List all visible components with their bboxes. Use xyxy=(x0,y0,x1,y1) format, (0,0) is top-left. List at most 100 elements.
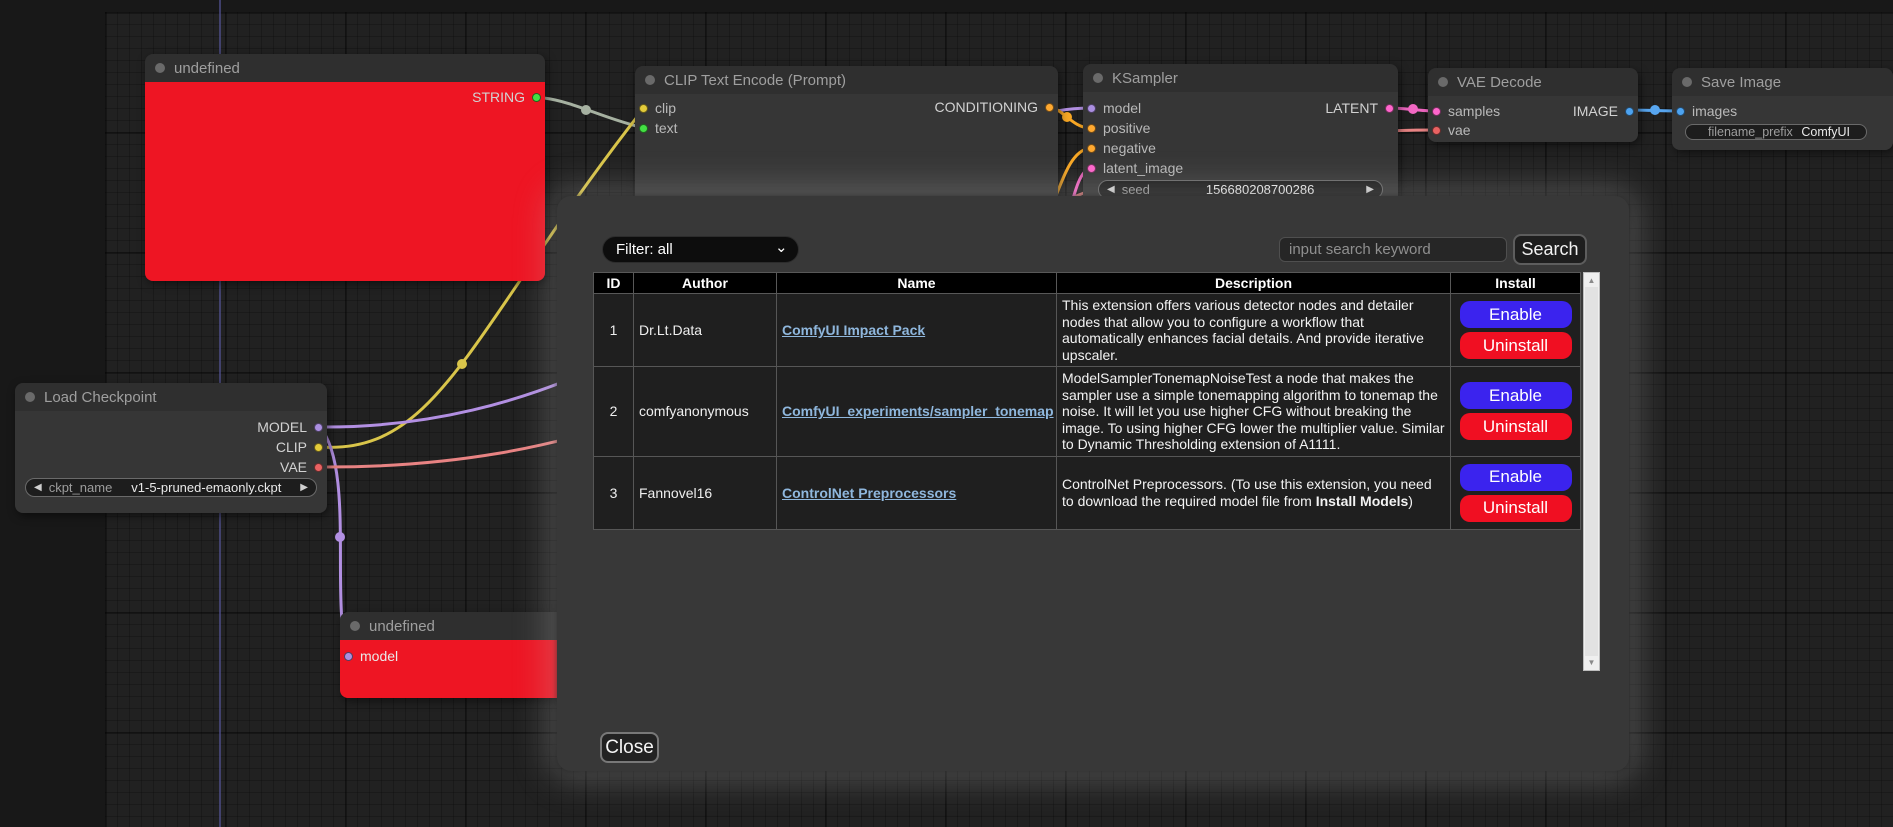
slot-dot[interactable] xyxy=(1087,104,1096,113)
input-slot-samples[interactable]: samples xyxy=(1432,103,1500,119)
slot-dot[interactable] xyxy=(1432,107,1441,116)
enable-button[interactable]: Enable xyxy=(1460,382,1572,409)
input-slot-model[interactable]: model xyxy=(344,648,398,664)
node-body[interactable]: images filename_prefix ComfyUI xyxy=(1672,96,1893,150)
node-load-checkpoint[interactable]: Load Checkpoint MODEL CLIP VAE ◀ ckpt_na… xyxy=(15,383,327,513)
slot-dot[interactable] xyxy=(639,104,648,113)
slot-dot[interactable] xyxy=(639,124,648,133)
node-collapse-dot[interactable] xyxy=(350,621,360,631)
table-scrollbar[interactable]: ▲ ▼ xyxy=(1583,272,1600,671)
slot-dot[interactable] xyxy=(1087,164,1096,173)
node-title-bar[interactable]: VAE Decode xyxy=(1428,68,1638,96)
node-title: undefined xyxy=(174,60,240,77)
input-slot-model[interactable]: model xyxy=(1087,100,1141,116)
decrement-arrow-icon[interactable]: ◀ xyxy=(1107,184,1115,195)
node-body[interactable]: STRING xyxy=(145,82,545,281)
input-slot-images[interactable]: images xyxy=(1676,103,1737,119)
slot-dot[interactable] xyxy=(1087,124,1096,133)
scrollbar-thumb[interactable] xyxy=(1585,287,1598,656)
filter-select[interactable]: Filter: all xyxy=(602,236,799,263)
node-collapse-dot[interactable] xyxy=(645,75,655,85)
node-collapse-dot[interactable] xyxy=(1682,77,1692,87)
cell-author: Fannovel16 xyxy=(634,456,777,529)
description-text: ModelSamplerTonemapNoiseTest a node that… xyxy=(1062,370,1445,452)
output-slot-latent[interactable]: LATENT xyxy=(1325,100,1394,116)
input-slot-clip[interactable]: clip xyxy=(639,100,676,116)
scroll-up-icon[interactable]: ▲ xyxy=(1584,276,1599,285)
input-slot-negative[interactable]: negative xyxy=(1087,140,1156,156)
output-slot-image[interactable]: IMAGE xyxy=(1573,103,1634,119)
node-undefined-top[interactable]: undefined STRING xyxy=(145,54,545,281)
slot-dot[interactable] xyxy=(1087,144,1096,153)
close-button[interactable]: Close xyxy=(600,732,659,763)
node-collapse-dot[interactable] xyxy=(1438,77,1448,87)
cell-id: 2 xyxy=(594,367,634,457)
node-body[interactable]: samples vae IMAGE xyxy=(1428,96,1638,142)
link-dot[interactable] xyxy=(335,532,345,542)
slot-dot[interactable] xyxy=(314,443,323,452)
node-vae-decode[interactable]: VAE Decode samples vae IMAGE xyxy=(1428,68,1638,142)
input-slot-vae[interactable]: vae xyxy=(1432,122,1471,138)
slot-dot[interactable] xyxy=(1676,107,1685,116)
slot-label: model xyxy=(1103,100,1141,116)
uninstall-button[interactable]: Uninstall xyxy=(1460,495,1572,522)
link-dot[interactable] xyxy=(1408,104,1418,114)
slot-dot[interactable] xyxy=(1625,107,1634,116)
node-title-bar[interactable]: CLIP Text Encode (Prompt) xyxy=(635,66,1058,94)
node-body[interactable]: MODEL CLIP VAE ◀ ckpt_name v1-5-pruned-e… xyxy=(15,411,327,513)
output-slot-conditioning[interactable]: CONDITIONING xyxy=(935,99,1054,115)
node-title-bar[interactable]: KSampler xyxy=(1083,64,1398,92)
uninstall-button[interactable]: Uninstall xyxy=(1460,413,1572,440)
increment-arrow-icon[interactable]: ▶ xyxy=(1366,184,1374,195)
prev-arrow-icon[interactable]: ◀ xyxy=(34,482,42,493)
output-slot-string[interactable]: STRING xyxy=(472,89,541,105)
slot-dot[interactable] xyxy=(314,463,323,472)
slot-dot[interactable] xyxy=(1045,103,1054,112)
enable-button[interactable]: Enable xyxy=(1460,301,1572,328)
slot-label: negative xyxy=(1103,140,1156,156)
node-save-image[interactable]: Save Image images filename_prefix ComfyU… xyxy=(1672,68,1893,150)
extension-link[interactable]: ComfyUI Impact Pack xyxy=(782,322,925,338)
slot-dot[interactable] xyxy=(1432,126,1441,135)
link-dot[interactable] xyxy=(1650,105,1660,115)
search-button[interactable]: Search xyxy=(1513,234,1587,265)
output-slot-vae[interactable]: VAE xyxy=(280,459,323,475)
node-title-bar[interactable]: undefined xyxy=(145,54,545,82)
node-collapse-dot[interactable] xyxy=(25,392,35,402)
uninstall-button[interactable]: Uninstall xyxy=(1460,332,1572,359)
output-slot-model[interactable]: MODEL xyxy=(257,419,323,435)
node-title-bar[interactable]: Load Checkpoint xyxy=(15,383,327,411)
node-collapse-dot[interactable] xyxy=(155,63,165,73)
filename-prefix-widget[interactable]: filename_prefix ComfyUI xyxy=(1685,124,1867,140)
cell-id: 1 xyxy=(594,294,634,367)
node-title-bar[interactable]: Save Image xyxy=(1672,68,1893,96)
extension-link[interactable]: ComfyUI_experiments/sampler_tonemap xyxy=(782,403,1054,419)
slot-dot[interactable] xyxy=(314,423,323,432)
slot-label: vae xyxy=(1448,122,1471,138)
ckpt-name-widget[interactable]: ◀ ckpt_name v1-5-pruned-emaonly.ckpt ▶ xyxy=(25,478,317,497)
link-dot[interactable] xyxy=(581,105,591,115)
scroll-down-icon[interactable]: ▼ xyxy=(1584,658,1599,667)
widget-label: ckpt_name xyxy=(49,480,113,495)
slot-dot[interactable] xyxy=(1385,104,1394,113)
slot-label: CONDITIONING xyxy=(935,99,1038,115)
output-slot-clip[interactable]: CLIP xyxy=(276,439,323,455)
link-dot[interactable] xyxy=(457,359,467,369)
column-header: ID xyxy=(594,273,634,294)
slot-label: clip xyxy=(655,100,676,116)
extension-link[interactable]: ControlNet Preprocessors xyxy=(782,485,956,501)
slot-label: images xyxy=(1692,103,1737,119)
input-slot-positive[interactable]: positive xyxy=(1087,120,1150,136)
node-collapse-dot[interactable] xyxy=(1093,73,1103,83)
cell-id: 3 xyxy=(594,456,634,529)
enable-button[interactable]: Enable xyxy=(1460,464,1572,491)
input-slot-latent-image[interactable]: latent_image xyxy=(1087,160,1183,176)
slot-dot[interactable] xyxy=(532,93,541,102)
input-slot-text[interactable]: text xyxy=(639,120,678,136)
slot-dot[interactable] xyxy=(344,652,353,661)
comfyui-canvas[interactable]: undefined STRING CLIP Text Encode (Promp… xyxy=(0,0,1893,827)
next-arrow-icon[interactable]: ▶ xyxy=(300,482,308,493)
link-dot[interactable] xyxy=(1062,112,1072,122)
search-input[interactable] xyxy=(1279,237,1507,262)
slot-label: MODEL xyxy=(257,419,307,435)
